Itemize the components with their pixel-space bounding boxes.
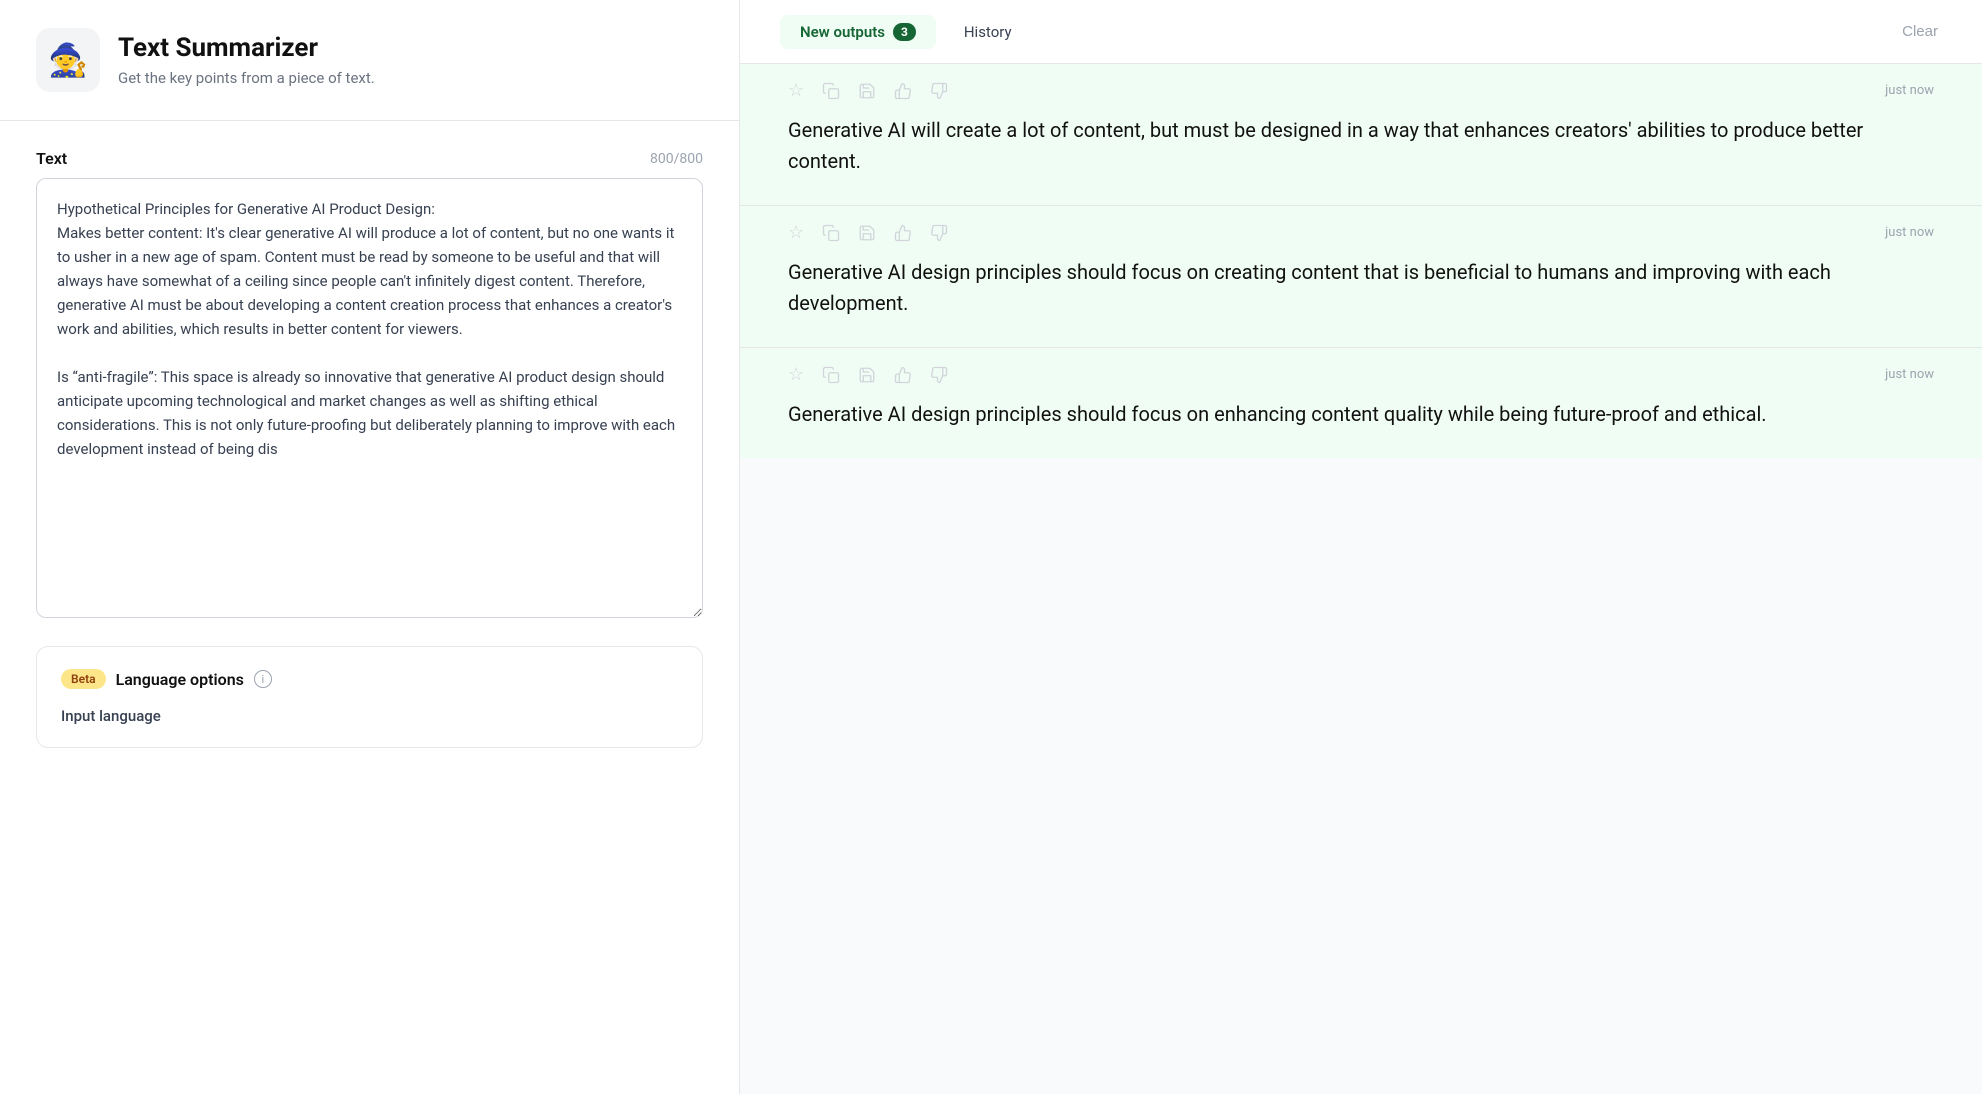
output-timestamp-3: just now — [1885, 367, 1934, 382]
output-timestamp-1: just now — [1885, 83, 1934, 98]
history-label: History — [964, 23, 1012, 41]
input-language-label: Input language — [61, 707, 678, 725]
options-section: Beta Language options i Input language — [36, 646, 703, 748]
star-icon-2[interactable]: ☆ — [788, 222, 804, 243]
field-header: Text 800/800 — [36, 149, 703, 168]
copy-icon-1[interactable] — [822, 82, 840, 100]
char-count: 800/800 — [650, 151, 703, 167]
app-title: Text Summarizer — [118, 33, 375, 64]
options-title: Language options — [116, 670, 244, 689]
thumbs-up-icon-2[interactable] — [894, 224, 912, 242]
options-header: Beta Language options i — [61, 669, 678, 689]
thumbs-down-icon-1[interactable] — [930, 82, 948, 100]
output-text-3: Generative AI design principles should f… — [788, 399, 1934, 430]
right-header: New outputs 3 History Clear — [740, 0, 1982, 64]
app-subtitle: Get the key points from a piece of text. — [118, 69, 375, 87]
output-card-1: ☆ just now Generative AI will create a l… — [740, 64, 1982, 206]
save-icon-3[interactable] — [858, 366, 876, 384]
output-timestamp-2: just now — [1885, 225, 1934, 240]
output-text-2: Generative AI design principles should f… — [788, 257, 1934, 319]
output-actions-2: ☆ just now — [788, 222, 1934, 243]
star-icon-1[interactable]: ☆ — [788, 80, 804, 101]
tab-new-outputs[interactable]: New outputs 3 — [780, 15, 936, 49]
copy-icon-2[interactable] — [822, 224, 840, 242]
star-icon-3[interactable]: ☆ — [788, 364, 804, 385]
info-icon[interactable]: i — [254, 670, 272, 688]
app-icon: 🧙 — [36, 28, 100, 92]
output-actions-3: ☆ just now — [788, 364, 1934, 385]
output-actions-1: ☆ just now — [788, 80, 1934, 101]
clear-button[interactable]: Clear — [1898, 15, 1942, 48]
new-outputs-badge: 3 — [893, 23, 916, 41]
app-header: 🧙 Text Summarizer Get the key points fro… — [0, 0, 739, 121]
thumbs-down-icon-3[interactable] — [930, 366, 948, 384]
right-panel: New outputs 3 History Clear ☆ — [740, 0, 1982, 1094]
thumbs-up-icon-1[interactable] — [894, 82, 912, 100]
save-icon-1[interactable] — [858, 82, 876, 100]
thumbs-down-icon-2[interactable] — [930, 224, 948, 242]
app-info: Text Summarizer Get the key points from … — [118, 33, 375, 86]
output-text-1: Generative AI will create a lot of conte… — [788, 115, 1934, 177]
left-panel: 🧙 Text Summarizer Get the key points fro… — [0, 0, 740, 1094]
copy-icon-3[interactable] — [822, 366, 840, 384]
tab-history[interactable]: History — [944, 14, 1032, 49]
save-icon-2[interactable] — [858, 224, 876, 242]
thumbs-up-icon-3[interactable] — [894, 366, 912, 384]
beta-badge: Beta — [61, 669, 106, 689]
text-label: Text — [36, 149, 67, 168]
left-content: Text 800/800 Beta Language options i Inp… — [0, 121, 739, 1094]
output-card-3: ☆ just now Generative AI design principl… — [740, 348, 1982, 458]
new-outputs-label: New outputs — [800, 23, 885, 41]
text-input[interactable] — [36, 178, 703, 618]
outputs-list: ☆ just now Generative AI will create a l… — [740, 64, 1982, 1094]
output-card-2: ☆ just now Generative AI design principl… — [740, 206, 1982, 348]
